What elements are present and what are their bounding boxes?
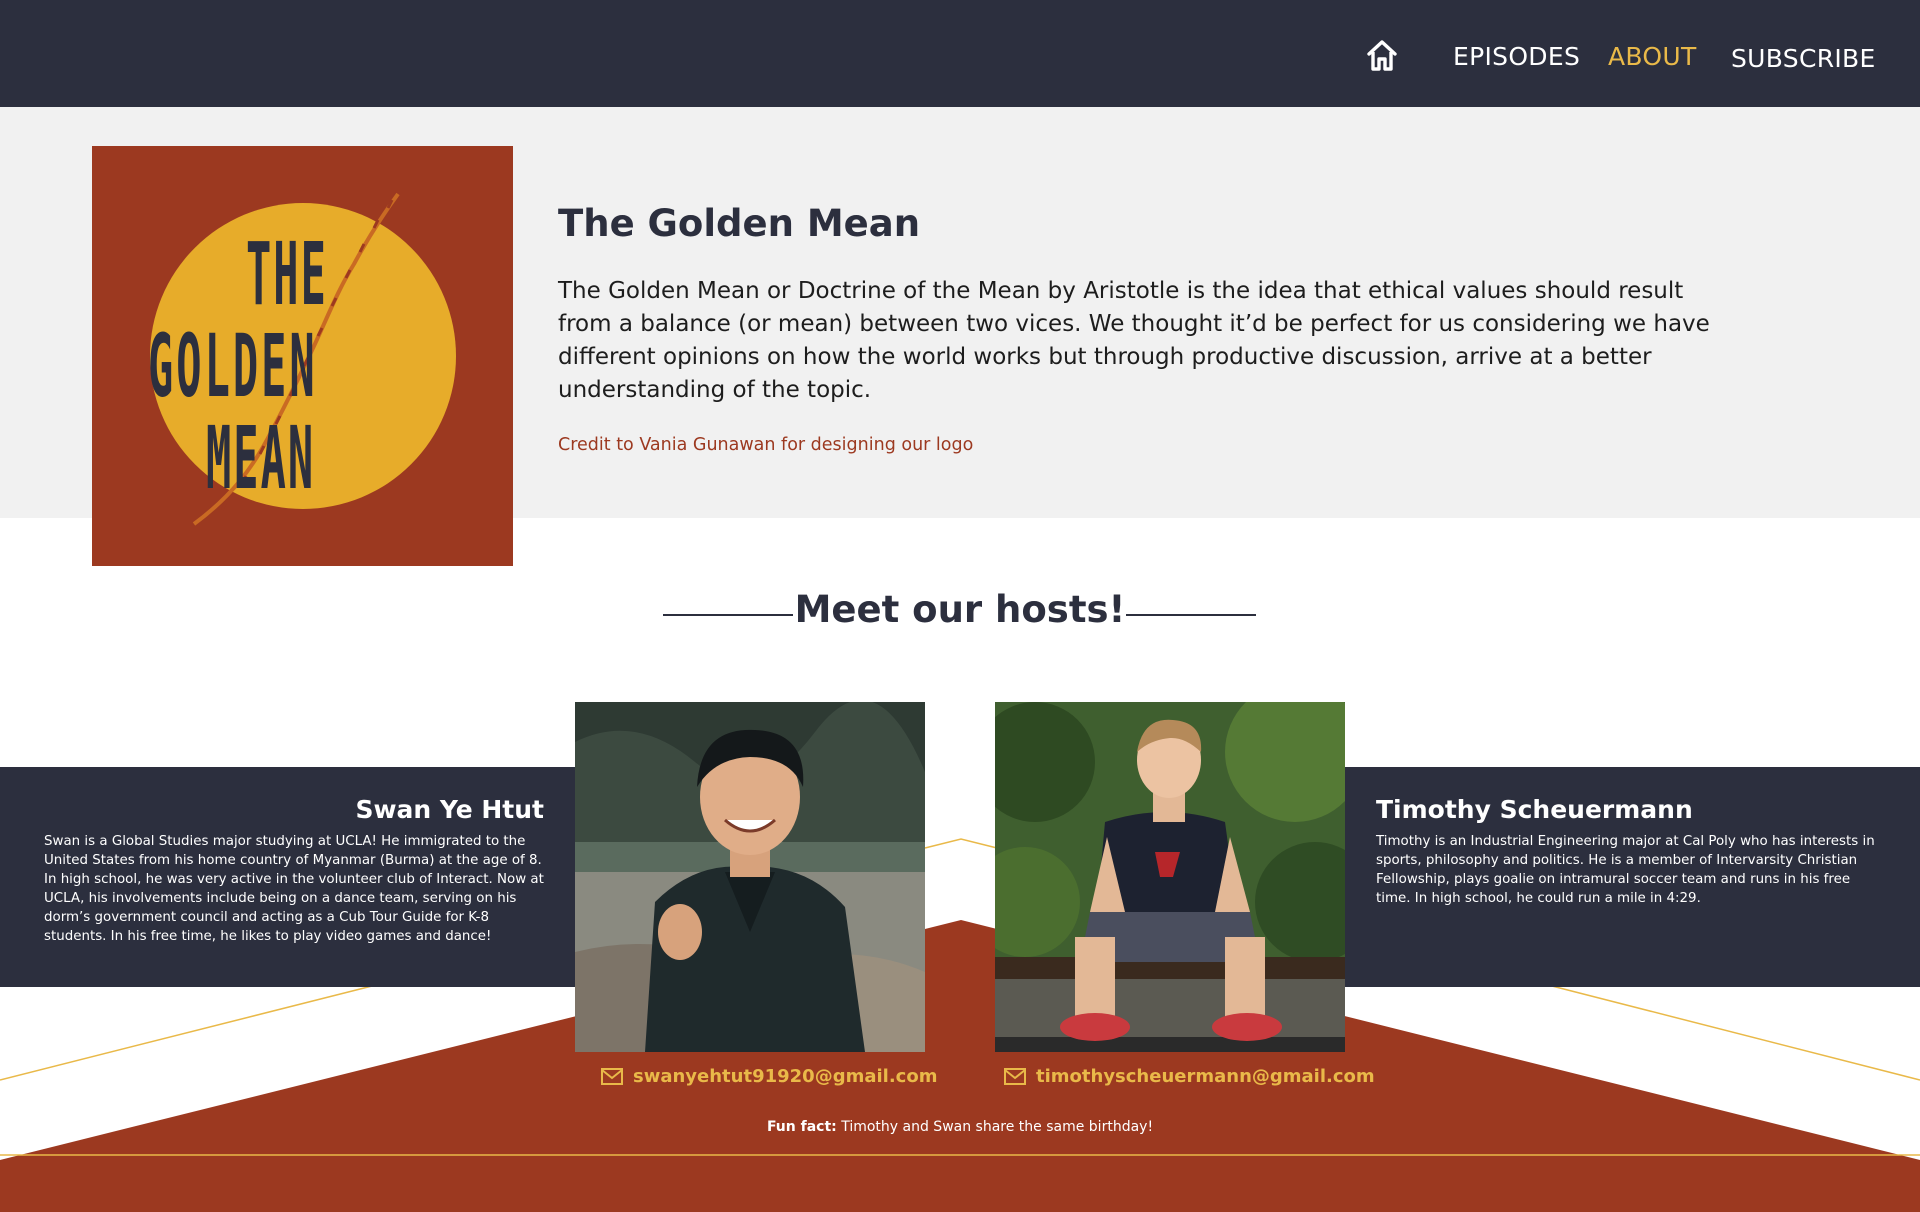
fun-fact-label: Fun fact:: [766, 1119, 837, 1135]
host-photo-timothy: [995, 702, 1345, 1052]
host-photo-swan: [575, 702, 925, 1052]
host-bio: Timothy is an Industrial Engineering maj…: [1376, 834, 1875, 906]
host-bio: Swan is a Global Studies major studying …: [44, 834, 544, 944]
host-name: Timothy Scheuermann: [1376, 795, 1693, 824]
mail-icon: [1004, 1068, 1026, 1085]
email-link-timothy[interactable]: timothyscheuermann@gmail.com: [1004, 1066, 1375, 1087]
logo-credit: Credit to Vania Gunawan for designing ou…: [558, 435, 974, 455]
logo-word-mean: MEAN: [206, 408, 316, 509]
host-name: Swan Ye Htut: [355, 795, 544, 824]
logo-word-the: THE: [246, 224, 328, 325]
intro-description: The Golden Mean or Doctrine of the Mean …: [558, 278, 1710, 403]
hosts-heading: Meet our hosts!: [794, 588, 1126, 631]
heading-divider-right: [1126, 614, 1256, 616]
page-title: The Golden Mean: [558, 202, 921, 245]
podcast-logo: THE GOLDEN MEAN: [92, 146, 513, 566]
email-address[interactable]: swanyehtut91920@gmail.com: [633, 1066, 937, 1087]
mail-icon: [601, 1068, 623, 1085]
email-address[interactable]: timothyscheuermann@gmail.com: [1036, 1066, 1375, 1087]
fun-fact-text: Timothy and Swan share the same birthday…: [836, 1119, 1154, 1135]
fun-fact: Fun fact: Timothy and Swan share the sam…: [0, 1119, 1920, 1135]
email-link-swan[interactable]: swanyehtut91920@gmail.com: [601, 1066, 937, 1087]
logo-word-golden: GOLDEN: [148, 316, 318, 417]
